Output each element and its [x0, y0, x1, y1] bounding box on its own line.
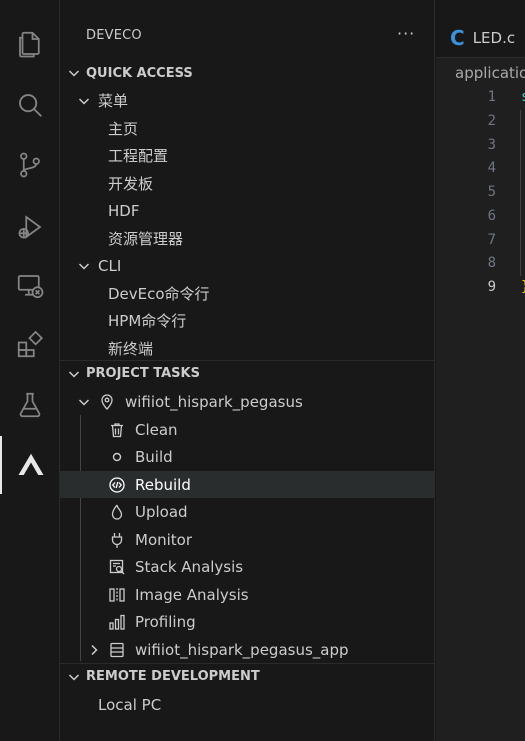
task-stack-analysis[interactable]: Stack Analysis: [60, 553, 435, 580]
tree-item-project-config[interactable]: 工程配置: [60, 142, 435, 169]
search-icon[interactable]: [0, 76, 60, 134]
stack-analysis-icon: [108, 558, 126, 576]
code-icon: [108, 476, 126, 494]
location-pin-icon: [98, 393, 116, 411]
image-analysis-icon: [108, 586, 126, 604]
tree-item-local-pc[interactable]: Local PC: [60, 691, 435, 718]
deveco-icon[interactable]: [0, 436, 60, 494]
line-number: 4: [487, 160, 496, 176]
tree-item-label: HDF: [108, 201, 140, 220]
task-monitor[interactable]: Monitor: [60, 526, 435, 553]
line-number: 3: [487, 137, 496, 153]
bar-chart-icon: [108, 613, 126, 631]
chevron-down-icon: [78, 398, 90, 406]
chevron-down-icon: [68, 70, 80, 77]
tree-item-deveco-cli[interactable]: DevEco命令行: [60, 280, 435, 307]
tree-item-project[interactable]: wifiiot_hispark_pegasus: [60, 388, 435, 415]
task-label: Upload: [135, 502, 188, 521]
line-number: 1: [487, 89, 496, 105]
chevron-down-icon: [78, 262, 90, 270]
task-upload[interactable]: Upload: [60, 498, 435, 525]
editor-area: C LED.c application 1 2 3 4 5 6 7 8 9 s …: [436, 0, 525, 741]
task-label: Rebuild: [135, 475, 191, 494]
run-debug-icon[interactable]: [0, 198, 60, 256]
chevron-down-icon: [78, 97, 90, 105]
tree-item-label: 主页: [108, 120, 139, 138]
code-bracket[interactable]: }: [521, 279, 525, 295]
chevron-right-icon: [91, 644, 98, 655]
tree-item-label: wifiiot_hispark_pegasus_app: [135, 640, 349, 659]
testing-icon[interactable]: [0, 376, 60, 434]
section-quick-access[interactable]: QUICK ACCESS: [60, 60, 435, 86]
section-label: PROJECT TASKS: [86, 366, 200, 381]
tab-led-c[interactable]: C LED.c: [436, 18, 525, 58]
indent-guide: [520, 110, 521, 276]
source-control-icon[interactable]: [0, 136, 60, 194]
tree-item-new-terminal[interactable]: 新终端: [60, 335, 435, 362]
tree-item-dev-board[interactable]: 开发板: [60, 170, 435, 197]
task-label: Profiling: [135, 612, 196, 631]
tree-item-home[interactable]: 主页: [60, 115, 435, 142]
task-rebuild[interactable]: Rebuild: [60, 471, 435, 498]
task-build[interactable]: Build: [60, 443, 435, 470]
task-image-analysis[interactable]: Image Analysis: [60, 581, 435, 608]
c-file-icon: C: [450, 26, 465, 50]
section-label: QUICK ACCESS: [86, 65, 193, 81]
task-clean[interactable]: Clean: [60, 416, 435, 443]
explorer-icon[interactable]: [0, 15, 60, 73]
plug-icon: [108, 531, 126, 549]
tree-item-label: DevEco命令行: [108, 285, 210, 303]
tree-item-label: CLI: [98, 256, 122, 275]
line-number: 6: [487, 208, 496, 224]
tree-item-cli[interactable]: CLI: [60, 252, 435, 279]
line-number: 7: [487, 232, 496, 248]
sidebar-title: DEVECO: [86, 28, 142, 43]
task-label: Clean: [135, 420, 178, 439]
tab-label: LED.c: [472, 29, 516, 47]
tree-item-label: 工程配置: [108, 147, 169, 165]
tree-item-label: 菜单: [98, 92, 129, 110]
flame-icon: [108, 503, 126, 521]
code-text[interactable]: s: [521, 89, 525, 105]
trash-icon: [108, 421, 126, 439]
task-label: Stack Analysis: [135, 557, 244, 576]
tree-item-label: 新终端: [108, 340, 154, 358]
activity-bar: [0, 0, 60, 741]
line-number: 5: [487, 184, 496, 200]
chevron-down-icon: [68, 370, 80, 378]
section-remote-development[interactable]: REMOTE DEVELOPMENT: [60, 663, 435, 689]
line-number: 8: [487, 255, 496, 271]
chevron-down-icon: [68, 673, 80, 681]
task-profiling[interactable]: Profiling: [60, 608, 435, 635]
tree-item-label: 资源管理器: [108, 230, 184, 248]
editor-tabs: C LED.c: [436, 0, 525, 58]
more-actions-icon[interactable]: ···: [397, 24, 415, 43]
remote-explorer-icon[interactable]: [0, 257, 60, 315]
tree-item-label: HPM命令行: [108, 312, 187, 330]
line-number-active: 9: [487, 279, 496, 295]
line-number: 2: [487, 113, 496, 129]
tree-item-hdf[interactable]: HDF: [60, 197, 435, 224]
server-icon: [108, 641, 126, 659]
tree-item-label: wifiiot_hispark_pegasus: [125, 392, 303, 411]
tree-item-label: Local PC: [98, 695, 162, 714]
tree-item-label: 开发板: [108, 175, 154, 193]
breadcrumb[interactable]: application: [455, 64, 525, 82]
section-label: REMOTE DEVELOPMENT: [86, 669, 260, 684]
task-label: Monitor: [135, 530, 193, 549]
circle-icon: [108, 448, 126, 466]
tree-item-menu[interactable]: 菜单: [60, 87, 435, 114]
tree-item-resource-manager[interactable]: 资源管理器: [60, 225, 435, 252]
task-label: Build: [135, 447, 173, 466]
tree-item-app[interactable]: wifiiot_hispark_pegasus_app: [60, 636, 435, 663]
section-project-tasks[interactable]: PROJECT TASKS: [60, 360, 435, 386]
tree-item-hpm-cli[interactable]: HPM命令行: [60, 307, 435, 334]
task-label: Image Analysis: [135, 585, 249, 604]
deveco-sidebar: DEVECO ··· QUICK ACCESS 菜单 主页 工程配置 开发板 H…: [60, 0, 435, 741]
extensions-icon[interactable]: [0, 316, 60, 374]
